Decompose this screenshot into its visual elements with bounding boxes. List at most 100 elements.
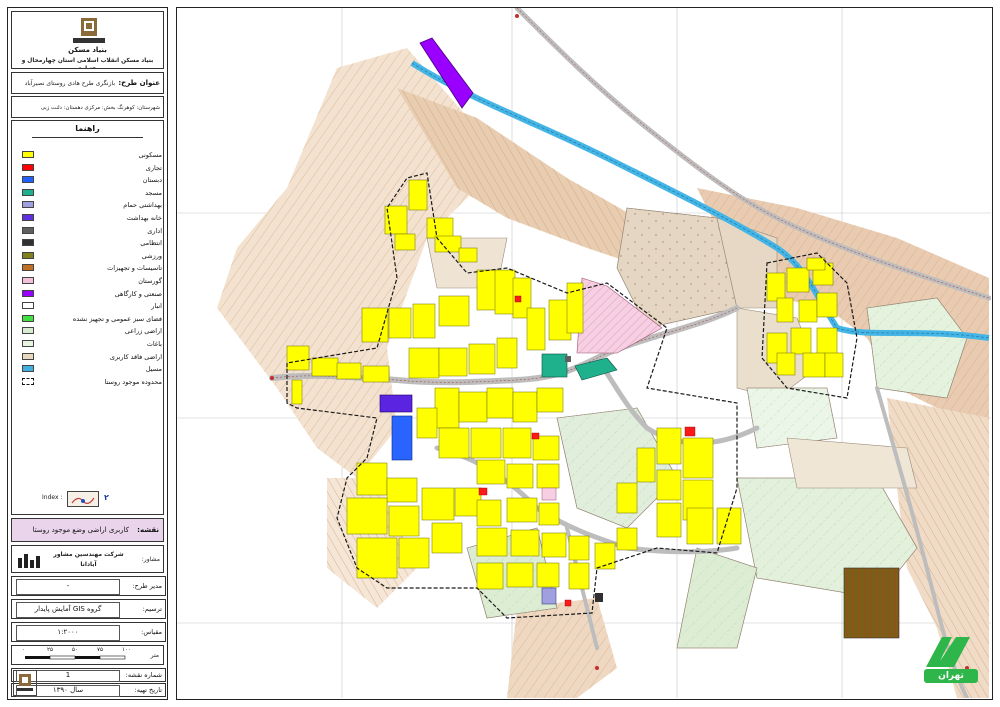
legend-item: گورستان [22, 275, 162, 287]
residential-block [766, 272, 786, 302]
map-title-box: نقشه: کاربری اراضی وضع موجود روستا [11, 518, 164, 542]
residential-block [458, 391, 488, 423]
legend-label: گورستان [138, 277, 162, 285]
drafter-label: ترسیم: [142, 605, 162, 613]
residential-block [506, 463, 534, 489]
legend-item: مسیل [22, 363, 162, 375]
legend-item: باغات [22, 338, 162, 350]
legend-item: تجاری [22, 162, 162, 174]
residential-block [798, 299, 818, 323]
legend-item: محدوده موجود روستا [22, 376, 162, 388]
scale-row: مقیاس: ۱:۲۰۰۰ [11, 622, 166, 642]
school-parcel [391, 415, 413, 461]
consultant-company: شرکت مهندسین مشاور [53, 551, 124, 558]
drafter-value: گروه GIS آمایش پایدار [16, 602, 120, 618]
scalebar-tick-label: ۵۰ [72, 647, 78, 653]
legend-item: ورزشی [22, 250, 162, 262]
residential-block [616, 482, 638, 514]
residential-block [476, 459, 506, 485]
residential-block [421, 487, 455, 521]
watermark-logo: تهران [920, 631, 982, 687]
sheet-number-label: شماره نقشه: [125, 671, 162, 679]
residential-block [388, 505, 420, 537]
sport-hatch [843, 567, 900, 639]
police-parcel [595, 593, 603, 602]
residential-block [532, 435, 560, 461]
residential-block [506, 562, 534, 588]
residential-block [431, 522, 463, 554]
index-number: ۲ [104, 493, 109, 502]
residential-block [776, 297, 794, 323]
legend-label: تجاری [145, 163, 162, 172]
scale-label: مقیاس: [141, 628, 162, 636]
legend-label: انتظامی [140, 239, 162, 248]
header-box: بنیاد مسکن بنیاد مسکن انقلاب اسلامی استا… [11, 11, 164, 69]
project-title-value: بازنگری طرح هادی روستای نصیرآباد [24, 80, 115, 87]
legend-item: مسکونی [22, 149, 162, 161]
residential-block [384, 205, 408, 235]
residential-block [816, 292, 838, 318]
legend-label: انبار [151, 302, 162, 311]
residential-block [426, 217, 454, 239]
residential-block [494, 269, 516, 315]
project-title-box: عنوان طرح: بازنگری طرح هادی روستای نصیرآ… [11, 72, 164, 94]
legend-swatch [22, 201, 34, 209]
residential-block [394, 233, 416, 251]
residential-block [468, 343, 496, 375]
residential-block [512, 391, 538, 423]
legend-swatch [22, 251, 34, 259]
residential-block [311, 357, 339, 377]
residential-block [541, 532, 567, 558]
legend-swatch [22, 340, 34, 347]
manager-value: - [16, 579, 120, 595]
residential-block [434, 235, 462, 253]
scale-value: ۱:۲۰۰۰ [16, 625, 120, 641]
residential-block [790, 327, 812, 355]
legend-swatch [22, 188, 34, 196]
legend-swatch [22, 327, 34, 335]
legend-swatch [22, 277, 34, 284]
legend-label: دبستان [142, 176, 162, 185]
residential-block [526, 307, 546, 351]
residential-block [566, 282, 584, 334]
residential-block [438, 427, 470, 459]
residential-block [506, 497, 538, 523]
legend-item: بهداشتی حمام [22, 199, 162, 211]
residential-block [476, 562, 504, 590]
manager-label: مدیر طرح: [132, 582, 162, 590]
residential-block [776, 352, 796, 376]
footer-logo-icon [17, 674, 33, 691]
legend-label: فضای سبز عمومی و تجهیز نشده [72, 314, 162, 323]
residential-block [802, 352, 826, 378]
residential-block [496, 337, 518, 369]
residential-block [408, 179, 428, 211]
residential-block [568, 562, 590, 590]
legend-swatch [22, 264, 34, 272]
residential-block [470, 427, 502, 459]
residential-block [386, 477, 418, 503]
legend-item: انتظامی [22, 237, 162, 249]
legend-swatch [22, 151, 34, 158]
land-use-map[interactable]: تهران [176, 7, 993, 700]
scalebar-tick-label: ۷۵ [97, 647, 103, 653]
legend-heading: راهنما [75, 124, 100, 133]
residential-block [412, 303, 436, 339]
legend-swatch [22, 377, 34, 385]
organization-logo [73, 18, 105, 43]
legend-label: باغات [146, 340, 162, 348]
residential-block [286, 345, 310, 371]
scalebar-tick-label: ۱۰۰ [122, 647, 131, 653]
map-title-label: نقشه: [137, 526, 159, 534]
location-box: شهرستان: کوهرنگ بخش: مرکزی دهستان: دلنت … [11, 96, 164, 118]
map-canvas[interactable] [177, 8, 991, 698]
legend-swatch [22, 352, 34, 360]
scalebar-tick-label: ۰ [22, 647, 25, 653]
residential-block [636, 447, 656, 483]
scalebar [25, 655, 126, 660]
legend-swatch [22, 163, 34, 171]
legend-swatch [22, 365, 34, 373]
residential-block [361, 307, 389, 343]
cemetery-small [541, 487, 557, 501]
residential-block [476, 527, 508, 557]
residential-block [656, 469, 682, 501]
